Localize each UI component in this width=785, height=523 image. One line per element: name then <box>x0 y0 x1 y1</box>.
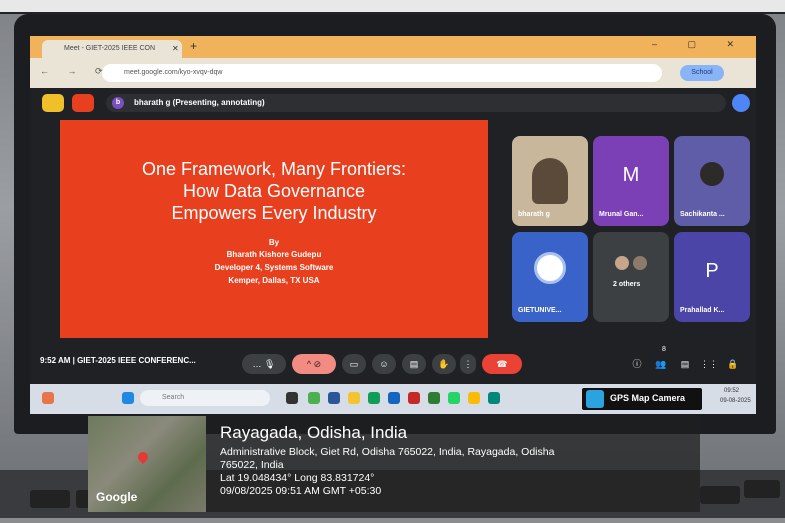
file-explorer-icon[interactable] <box>348 392 360 404</box>
chrome-icon[interactable] <box>468 392 480 404</box>
slide-title: One Framework, Many Frontiers: How Data … <box>60 158 488 224</box>
participant-tile-others[interactable]: 2 others <box>593 232 669 322</box>
chat-icon[interactable]: ▤ <box>676 354 694 374</box>
google-logo: Google <box>96 490 138 504</box>
map-pin-icon <box>135 449 151 465</box>
tab-title: Meet - GIET-2025 IEEE CON <box>64 45 156 52</box>
address-bar[interactable]: meet.google.com/kyo-xvqv-dqw <box>102 64 662 82</box>
address-line-2: 765022, India <box>220 459 284 471</box>
university-logo <box>534 252 566 284</box>
present-button[interactable]: ▭ <box>342 354 366 374</box>
presenter-avatar: b <box>112 97 124 109</box>
slide-title-line-3: Empowers Every Industry <box>171 203 377 223</box>
gps-camera-badge: GPS Map Camera <box>582 388 702 410</box>
edge-icon[interactable] <box>368 392 380 404</box>
taskbar-clock: 09:52 <box>724 388 740 394</box>
slide-author: Bharath Kishore Gudepu <box>226 250 322 259</box>
presentation-slide: One Framework, Many Frontiers: How Data … <box>60 120 488 338</box>
meeting-info: 9:52 AM | GIET-2025 IEEE CONFERENC... <box>40 356 196 365</box>
new-tab-icon[interactable]: + <box>190 39 197 53</box>
gps-label: GPS Map Camera <box>610 393 686 403</box>
participant-tile-4[interactable]: GIETUNIVE... <box>512 232 588 322</box>
meet-top-bar: b bharath g (Presenting, annotating) <box>30 88 756 118</box>
task-view-icon[interactable] <box>286 392 298 404</box>
participant-name: GIETUNIVE... <box>518 307 562 314</box>
slide-title-line-1: One Framework, Many Frontiers: <box>141 159 407 179</box>
captions-button[interactable]: ▤ <box>402 354 426 374</box>
info-icon[interactable]: ⓘ <box>628 354 646 374</box>
other-avatar-1 <box>615 256 629 270</box>
browser-chrome: Meet - GIET-2025 IEEE CON ✕ + – ▢ ✕ ← → … <box>30 36 756 88</box>
url-text: meet.google.com/kyo-xvqv-dqw <box>124 69 223 76</box>
participant-tile-3[interactable]: Sachikanta ... <box>674 136 750 226</box>
meeting-time: 9:52 AM <box>40 356 71 365</box>
annotate-pen-icon[interactable] <box>732 94 750 112</box>
close-tab-icon[interactable]: ✕ <box>172 40 179 58</box>
participant-photo <box>700 162 724 186</box>
slide-org: Kemper, Dallas, TX USA <box>228 276 320 285</box>
browser-tab[interactable]: Meet - GIET-2025 IEEE CON ✕ <box>42 40 182 58</box>
nav-buttons[interactable]: ← → ⟳ <box>40 66 111 77</box>
leave-call-button[interactable]: ☎ <box>482 354 522 374</box>
participant-tile-2[interactable]: M Mrunal Gan... <box>593 136 669 226</box>
other-avatar-2 <box>633 256 647 270</box>
participant-initial: P <box>705 260 719 282</box>
participant-tile-1[interactable]: bharath g <box>512 136 588 226</box>
emoji-button[interactable]: ☺ <box>372 354 396 374</box>
teams-icon[interactable] <box>328 392 340 404</box>
outlook-icon[interactable] <box>408 392 420 404</box>
people-icon[interactable]: 👥 <box>652 354 670 374</box>
participant-name: Mrunal Gan... <box>599 211 644 218</box>
app-icon[interactable] <box>308 392 320 404</box>
screen-share-icon[interactable] <box>42 94 64 112</box>
gps-camera-icon <box>586 390 604 408</box>
store-icon[interactable] <box>388 392 400 404</box>
whatsapp-icon[interactable] <box>448 392 460 404</box>
presenting-text: bharath g (Presenting, annotating) <box>134 98 265 107</box>
laptop-screen: Meet - GIET-2025 IEEE CON ✕ + – ▢ ✕ ← → … <box>30 36 756 414</box>
presenting-banner: b bharath g (Presenting, annotating) <box>106 94 726 112</box>
profile-button[interactable]: School <box>680 65 724 81</box>
activities-icon[interactable]: ⋮⋮ <box>700 354 718 374</box>
people-count: 8 <box>662 346 666 353</box>
slide-role: Developer 4, Systems Software <box>214 263 334 272</box>
participant-name: Sachikanta ... <box>680 211 725 218</box>
participant-name: bharath g <box>518 211 550 218</box>
taskbar-search[interactable]: Search <box>140 390 270 406</box>
camera-off-button[interactable]: ^ ⊘ <box>292 354 336 374</box>
lat-long: Lat 19.048434° Long 83.831724° <box>220 472 375 484</box>
slide-by: By <box>268 238 280 247</box>
participant-name: 2 others <box>613 281 641 288</box>
timestamp: 09/08/2025 09:51 AM GMT +05:30 <box>220 485 382 497</box>
window-controls[interactable]: – ▢ ✕ <box>652 39 748 50</box>
participant-initial: M <box>622 164 640 186</box>
stop-record-icon[interactable] <box>72 94 94 112</box>
mic-button[interactable]: … 🎙 <box>242 354 286 374</box>
raise-hand-button[interactable]: ✋ <box>432 354 456 374</box>
taskbar-date: 09-08-2025 <box>720 398 751 404</box>
meeting-name: GIET-2025 IEEE CONFERENC... <box>77 356 196 365</box>
satellite-map-thumbnail: Google <box>88 416 206 512</box>
address-line-1: Administrative Block, Giet Rd, Odisha 76… <box>220 446 555 458</box>
weather-icon[interactable] <box>42 392 54 404</box>
host-controls-icon[interactable]: 🔒 <box>724 354 742 374</box>
video-person <box>532 158 568 204</box>
app-icon-2[interactable] <box>488 392 500 404</box>
search-placeholder: Search <box>162 394 185 401</box>
meet-bottom-bar: 9:52 AM | GIET-2025 IEEE CONFERENC... … … <box>30 342 756 384</box>
tab-strip: Meet - GIET-2025 IEEE CON ✕ + – ▢ ✕ <box>30 36 756 58</box>
participant-name: Prahallad K... <box>680 307 725 314</box>
top-strip <box>0 0 785 14</box>
participant-tile-6[interactable]: P Prahallad K... <box>674 232 750 322</box>
slide-title-line-2: How Data Governance <box>182 181 366 201</box>
excel-icon[interactable] <box>428 392 440 404</box>
more-options-button[interactable]: ⋮ <box>460 354 476 374</box>
location-title: Rayagada, Odisha, India <box>220 423 408 442</box>
windows-start-icon[interactable] <box>122 392 134 404</box>
